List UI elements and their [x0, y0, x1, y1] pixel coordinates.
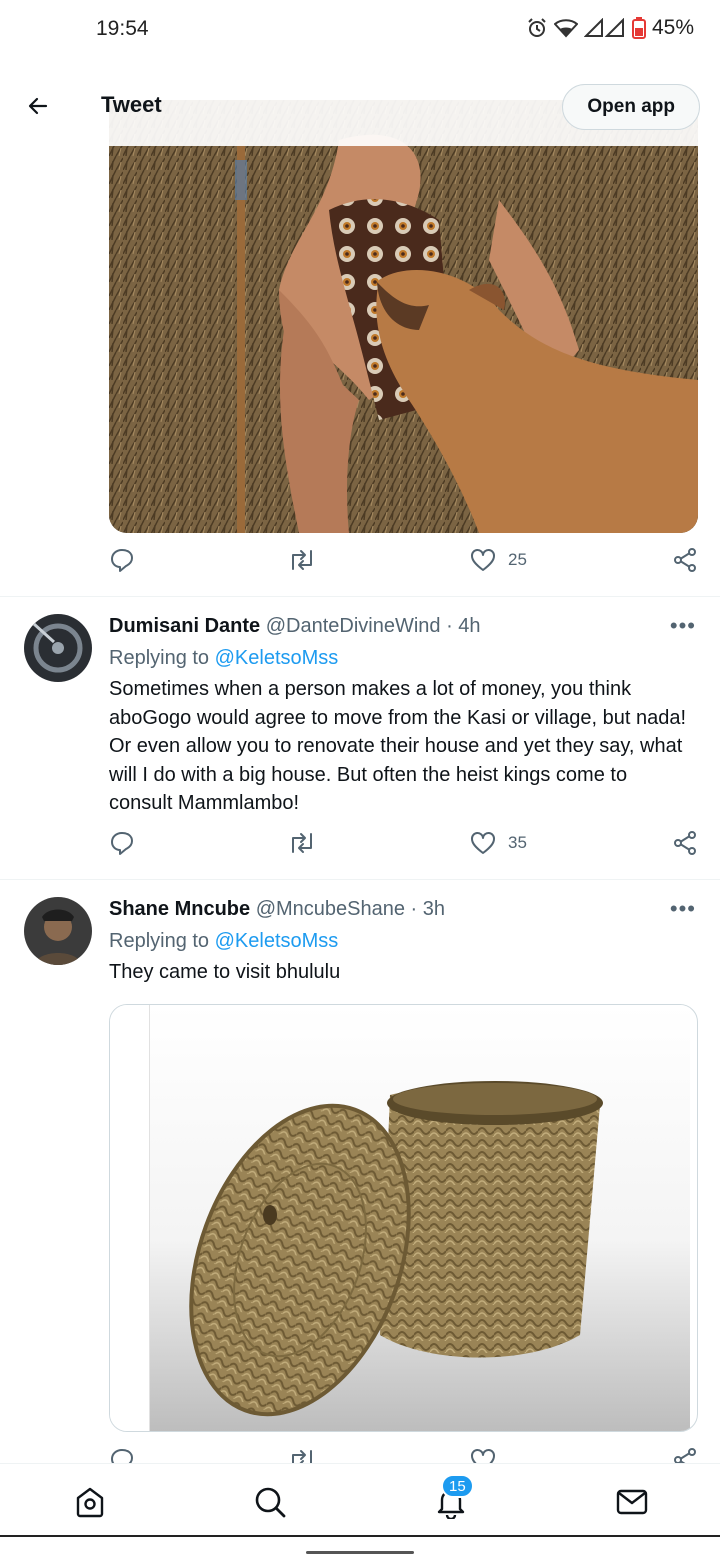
notifications-badge: 15: [441, 1474, 474, 1498]
battery-percent: 45%: [651, 16, 694, 39]
share-icon: [674, 831, 696, 855]
tweet-text: They came to visit bhululu: [109, 961, 341, 983]
photo-woman-with-dog: [109, 100, 698, 533]
battery-icon: [631, 17, 646, 39]
nav-home[interactable]: [70, 1482, 110, 1522]
top-app-bar: Tweet Open app: [0, 66, 720, 146]
share-icon: [674, 548, 696, 572]
handle-and-time: @MncubeShane · 3h: [255, 898, 446, 920]
display-name[interactable]: Dumisani Dante: [109, 615, 260, 637]
bottom-navigation: [0, 1463, 720, 1535]
status-time: 19:54: [96, 17, 149, 40]
replying-prefix: Replying to: [109, 930, 210, 952]
back-button[interactable]: [18, 86, 58, 126]
handle-and-time: @DanteDivineWind · 4h: [265, 615, 481, 637]
heart-icon: [471, 549, 495, 571]
heart-icon: [471, 832, 495, 854]
home-icon: [76, 1487, 104, 1518]
mail-icon: [616, 1489, 648, 1515]
tweet-actions: 25: [109, 547, 699, 583]
wifi-icon: [553, 18, 578, 38]
replying-prefix: Replying to: [109, 647, 210, 669]
tweet-photo[interactable]: [109, 1004, 698, 1432]
tweet-header: Shane Mncube @MncubeShane · 3h: [109, 898, 445, 921]
avatar[interactable]: [24, 614, 92, 682]
gesture-bar: [0, 1535, 720, 1560]
alarm-icon: [526, 17, 548, 39]
replying-to: Replying to @KeletsoMss: [109, 647, 338, 670]
tweet-text: Sometimes when a person makes a lot of m…: [109, 678, 687, 814]
reply-button[interactable]: [109, 830, 135, 856]
more-options-button[interactable]: •••: [670, 896, 696, 922]
mention-link[interactable]: @KeletsoMss: [215, 930, 339, 952]
like-count: 35: [508, 833, 527, 852]
open-app-button[interactable]: Open app: [562, 84, 700, 130]
tweet-actions: 35: [109, 830, 699, 866]
retweet-button[interactable]: [287, 547, 317, 573]
share-button[interactable]: [672, 830, 698, 856]
like-button[interactable]: 35: [470, 830, 527, 856]
reply-icon: [111, 549, 133, 572]
status-bar: 19:54 45%: [0, 0, 720, 60]
signal-icon: [583, 18, 626, 38]
like-button[interactable]: 25: [470, 547, 527, 573]
avatar[interactable]: [24, 897, 92, 965]
replying-to: Replying to @KeletsoMss: [109, 930, 338, 953]
nav-search[interactable]: [250, 1482, 290, 1522]
status-icons: 45%: [526, 16, 694, 40]
reply-button[interactable]: [109, 547, 135, 573]
home-gesture-handle[interactable]: [306, 1551, 414, 1554]
photo-woven-basket: [110, 1005, 690, 1431]
share-button[interactable]: [672, 547, 698, 573]
tweet-header: Dumisani Dante @DanteDivineWind · 4h: [109, 615, 481, 638]
back-arrow-icon: [28, 97, 48, 115]
reply-icon: [111, 832, 133, 855]
retweet-button[interactable]: [287, 830, 317, 856]
more-options-button[interactable]: •••: [670, 613, 696, 639]
like-count: 25: [508, 550, 527, 569]
avatar-image: [24, 614, 92, 682]
mention-link[interactable]: @KeletsoMss: [215, 647, 339, 669]
retweet-icon: [292, 550, 312, 570]
avatar-image: [24, 897, 92, 965]
nav-messages[interactable]: [612, 1482, 652, 1522]
display-name[interactable]: Shane Mncube: [109, 898, 250, 920]
search-icon: [255, 1487, 286, 1518]
tweet-photo[interactable]: [109, 100, 698, 533]
page-title: Tweet: [101, 92, 162, 117]
retweet-icon: [292, 833, 312, 853]
